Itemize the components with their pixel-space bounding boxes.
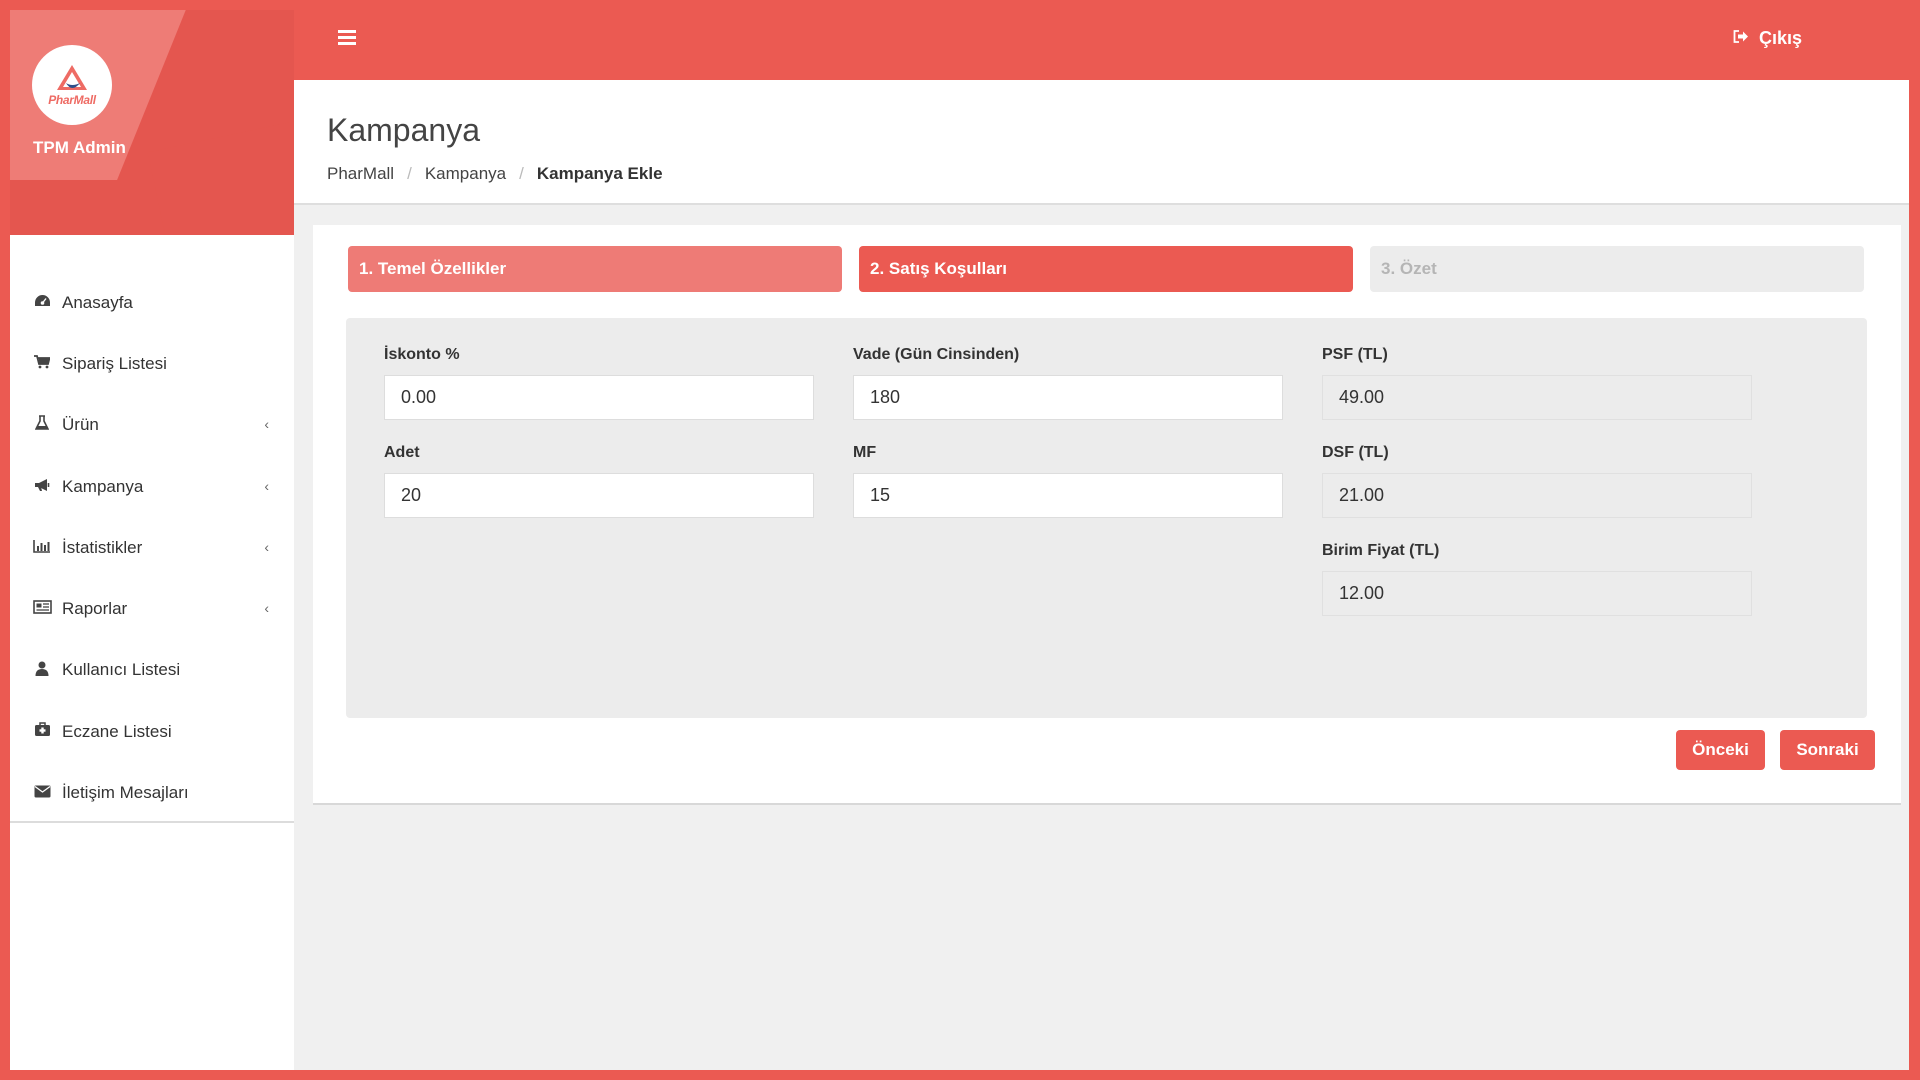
sidebar-item-label: Kampanya	[62, 476, 144, 496]
envelope-icon	[32, 785, 52, 802]
birim-fiyat-input: 12.00	[1322, 571, 1752, 616]
next-button[interactable]: Sonraki	[1780, 730, 1875, 770]
brand-logo[interactable]: PharMall	[32, 45, 112, 125]
psf-field-group: PSF (TL) 49.00	[1322, 346, 1752, 420]
app-window: PharMall TPM Admin Anasayfa Sipariş List…	[10, 10, 1909, 1070]
psf-input: 49.00	[1322, 375, 1752, 420]
adet-field-group: Adet 20	[384, 444, 814, 518]
birim-fiyat-field-group: Birim Fiyat (TL) 12.00	[1322, 542, 1752, 616]
dsf-label: DSF (TL)	[1322, 444, 1389, 461]
sidebar: PharMall TPM Admin Anasayfa Sipariş List…	[10, 10, 294, 1070]
sidebar-item-label: Anasayfa	[62, 292, 133, 312]
mf-label: MF	[853, 444, 877, 461]
iskonto-label: İskonto %	[384, 346, 460, 363]
top-navbar: Çıkış	[294, 10, 1909, 80]
sidebar-item-label: Raporlar	[62, 599, 128, 619]
sidebar-item-urun[interactable]: Ürün ‹	[10, 395, 294, 456]
logo-wordmark: PharMall	[48, 93, 96, 107]
brand-name: TPM Admin	[33, 138, 126, 157]
sidebar-item-raporlar[interactable]: Raporlar ‹	[10, 578, 294, 639]
vade-input[interactable]: 180	[853, 375, 1283, 420]
sidebar-item-label: Ürün	[62, 415, 99, 435]
medkit-icon	[32, 722, 52, 741]
sidebar-menu: Anasayfa Sipariş Listesi Ürün ‹ Kampanya…	[10, 272, 294, 824]
adet-input[interactable]: 20	[384, 473, 814, 518]
menu-toggle-icon[interactable]	[338, 30, 356, 46]
sidebar-item-label: Sipariş Listesi	[62, 353, 167, 373]
chevron-left-icon: ‹	[264, 600, 269, 617]
dashboard-icon	[32, 294, 52, 312]
logout-button[interactable]: Çıkış	[1733, 28, 1802, 49]
form-panel: İskonto % 0.00 Adet 20 Vade (Gün Cinsind…	[346, 318, 1867, 718]
megaphone-icon	[32, 478, 52, 496]
iskonto-input[interactable]: 0.00	[384, 375, 814, 420]
breadcrumb-item-pharmall[interactable]: PharMall	[327, 164, 394, 184]
sidebar-item-istatistikler[interactable]: İstatistikler ‹	[10, 517, 294, 578]
breadcrumb-item-kampanya[interactable]: Kampanya	[425, 164, 506, 184]
chevron-left-icon: ‹	[264, 539, 269, 556]
sign-out-icon	[1733, 30, 1749, 47]
sidebar-item-kullanici-listesi[interactable]: Kullanıcı Listesi	[10, 640, 294, 701]
page-title: Kampanya	[327, 112, 480, 148]
sidebar-header: PharMall TPM Admin	[10, 10, 294, 235]
mf-input[interactable]: 15	[853, 473, 1283, 518]
logout-label: Çıkış	[1758, 28, 1802, 48]
vade-label: Vade (Gün Cinsinden)	[853, 346, 1020, 363]
step-temel-ozellikler[interactable]: 1. Temel Özellikler	[348, 246, 842, 292]
dsf-input: 21.00	[1322, 473, 1752, 518]
previous-button[interactable]: Önceki	[1676, 730, 1765, 770]
wizard-card: 1. Temel Özellikler 2. Satış Koşulları 3…	[313, 225, 1901, 805]
sidebar-item-label: Kullanıcı Listesi	[62, 660, 181, 680]
sidebar-item-iletisim-mesajlari[interactable]: İletişim Mesajları	[10, 762, 294, 823]
breadcrumb-item-current: Kampanya Ekle	[536, 164, 663, 183]
mf-field-group: MF 15	[853, 444, 1283, 518]
dsf-field-group: DSF (TL) 21.00	[1322, 444, 1752, 518]
bar-chart-icon	[32, 539, 52, 557]
sidebar-item-label: İletişim Mesajları	[62, 783, 189, 803]
newspaper-icon	[32, 600, 52, 618]
iskonto-field-group: İskonto % 0.00	[384, 346, 814, 420]
adet-label: Adet	[384, 444, 420, 461]
chevron-left-icon: ‹	[264, 416, 269, 433]
user-icon	[32, 661, 52, 680]
sidebar-item-label: Eczane Listesi	[62, 721, 172, 741]
step-ozet[interactable]: 3. Özet	[1370, 246, 1864, 292]
sidebar-divider	[10, 821, 294, 823]
birim-fiyat-label: Birim Fiyat (TL)	[1322, 542, 1440, 559]
wizard-steps: 1. Temel Özellikler 2. Satış Koşulları 3…	[348, 246, 1864, 292]
sidebar-item-label: İstatistikler	[62, 537, 143, 557]
flask-icon	[32, 415, 52, 435]
page-header: Kampanya PharMall / Kampanya / Kampanya …	[294, 80, 1909, 205]
breadcrumb-separator: /	[407, 164, 412, 183]
step-satis-kosullari[interactable]: 2. Satış Koşulları	[859, 246, 1353, 292]
sidebar-item-anasayfa[interactable]: Anasayfa	[10, 272, 294, 333]
vade-field-group: Vade (Gün Cinsinden) 180	[853, 346, 1283, 420]
psf-label: PSF (TL)	[1322, 346, 1388, 363]
cart-icon	[32, 355, 52, 373]
breadcrumb-separator: /	[519, 164, 524, 183]
chevron-left-icon: ‹	[264, 477, 269, 494]
sidebar-item-eczane-listesi[interactable]: Eczane Listesi	[10, 701, 294, 762]
sidebar-item-kampanya[interactable]: Kampanya ‹	[10, 456, 294, 517]
breadcrumb: PharMall / Kampanya / Kampanya Ekle	[327, 164, 663, 184]
sidebar-item-siparis-listesi[interactable]: Sipariş Listesi	[10, 333, 294, 394]
pharmall-logo-icon	[57, 65, 87, 90]
